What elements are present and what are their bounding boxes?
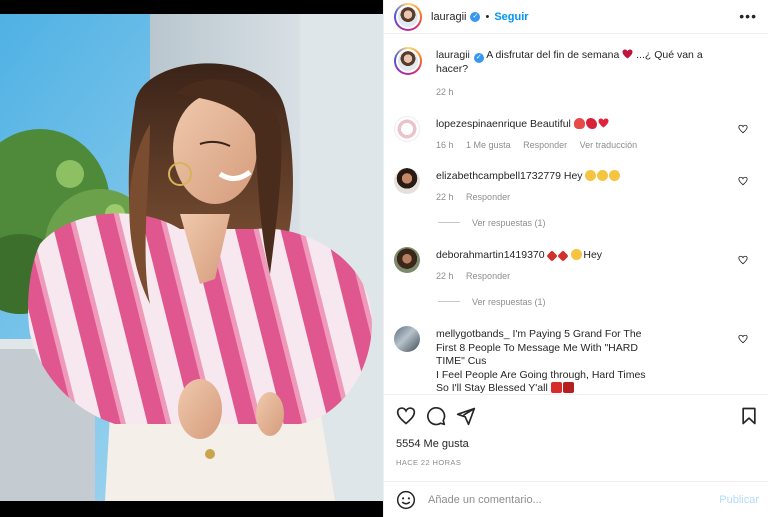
caption-body: lauragii ✓ A disfrutar del fin de semana … bbox=[436, 49, 736, 99]
pushpin-emoji-icon bbox=[545, 250, 558, 262]
publish-button[interactable]: Publicar bbox=[719, 494, 759, 506]
lips-emoji-icon bbox=[585, 118, 597, 129]
comment-time: 22 h bbox=[436, 191, 454, 202]
heart-emoji-icon bbox=[622, 49, 633, 59]
pushpin-emoji-icon bbox=[557, 250, 570, 262]
reply-button[interactable]: Responder bbox=[466, 271, 510, 281]
comment-composer: Publicar bbox=[384, 481, 768, 517]
view-replies-label: Ver respuestas (1) bbox=[472, 297, 546, 307]
blushing-emoji-icon bbox=[597, 170, 609, 181]
comment-time: 22 h bbox=[436, 270, 454, 281]
comment-input[interactable] bbox=[428, 493, 698, 506]
commenter-avatar[interactable] bbox=[394, 247, 420, 273]
sunglasses-emoji-icon bbox=[571, 249, 583, 260]
post-photo-image bbox=[0, 14, 383, 501]
blushing-emoji-icon bbox=[585, 170, 597, 181]
comment-text-line: So I'll Stay Blessed Y'all bbox=[436, 382, 548, 393]
view-replies-button[interactable]: Ver respuestas (1) bbox=[438, 218, 546, 228]
comment-meta: 22 h Responder bbox=[436, 191, 726, 205]
translate-button[interactable]: Ver traducción bbox=[580, 140, 638, 150]
rose-emoji-icon bbox=[573, 118, 585, 129]
comment-body: mellygotbands_ I'm Paying 5 Grand For Th… bbox=[436, 328, 726, 393]
reply-button[interactable]: Responder bbox=[523, 140, 567, 150]
verified-badge-icon: ✓ bbox=[470, 11, 481, 22]
comment-username[interactable]: lopezespinaenrique bbox=[436, 118, 527, 130]
author-username[interactable]: lauragii bbox=[431, 11, 466, 23]
post-header: lauragii ✓ • Seguir ••• bbox=[384, 0, 768, 34]
replies-divider bbox=[438, 301, 460, 302]
comment-meta: 22 h Responder bbox=[436, 270, 726, 284]
like-comment-icon[interactable] bbox=[738, 124, 748, 134]
commenter-avatar[interactable] bbox=[394, 116, 420, 142]
reply-button[interactable]: Responder bbox=[466, 192, 510, 202]
post-timestamp: HACE 22 HORAS bbox=[396, 458, 462, 467]
comment-text: Hey bbox=[563, 170, 583, 182]
more-options-icon[interactable]: ••• bbox=[739, 8, 757, 24]
emoji-picker-icon[interactable] bbox=[396, 490, 416, 510]
follow-button[interactable]: Seguir bbox=[494, 11, 528, 23]
post-photo[interactable] bbox=[0, 0, 383, 517]
blushing-emoji-icon bbox=[609, 170, 621, 181]
like-comment-icon[interactable] bbox=[738, 334, 748, 344]
like-heart-icon[interactable] bbox=[396, 406, 416, 426]
comment-body: lopezespinaenrique Beautiful 16 h 1 Me g… bbox=[436, 118, 726, 152]
caption-text: A disfrutar del fin de semana bbox=[486, 49, 620, 61]
post-sidebar: lauragii ✓ • Seguir ••• lauragii ✓ A disf… bbox=[383, 0, 768, 517]
caption-username[interactable]: lauragii bbox=[436, 49, 470, 61]
comments-list[interactable]: lauragii ✓ A disfrutar del fin de semana … bbox=[384, 35, 768, 393]
separator-dot: • bbox=[485, 10, 490, 23]
comment-text-line: TIME" Cus bbox=[436, 355, 487, 367]
comment-text-line: I'm Paying 5 Grand For The bbox=[512, 328, 642, 340]
comment-text-line: I Feel People Are Going through, Hard Ti… bbox=[436, 368, 646, 381]
heart-emoji-icon bbox=[562, 382, 574, 393]
save-bookmark-icon[interactable] bbox=[739, 406, 759, 426]
comment-username[interactable]: elizabethcampbell1732779 bbox=[436, 170, 561, 182]
like-comment-icon[interactable] bbox=[738, 176, 748, 186]
view-replies-button[interactable]: Ver respuestas (1) bbox=[438, 297, 546, 307]
comment-username[interactable]: mellygotbands_ bbox=[436, 328, 510, 340]
comment-body: deborahmartin1419370 Hey 22 h Responder bbox=[436, 249, 726, 283]
share-send-icon[interactable] bbox=[456, 406, 476, 426]
comment-text: Hey bbox=[583, 249, 603, 261]
commenter-avatar[interactable] bbox=[394, 168, 420, 194]
caption-avatar[interactable] bbox=[394, 47, 422, 75]
post-actions: 5554 Me gusta HACE 22 HORAS bbox=[384, 394, 768, 480]
heart-emoji-icon bbox=[550, 382, 562, 393]
instagram-post-window: lauragii ✓ • Seguir ••• lauragii ✓ A disf… bbox=[0, 0, 768, 517]
author-avatar[interactable] bbox=[394, 2, 422, 31]
comment-username[interactable]: deborahmartin1419370 bbox=[436, 249, 545, 261]
caption-meta: 22 h bbox=[436, 86, 736, 100]
like-count[interactable]: 5554 Me gusta bbox=[396, 438, 469, 450]
heart-emoji-icon bbox=[598, 118, 609, 128]
replies-divider bbox=[438, 222, 460, 223]
comment-time: 16 h bbox=[436, 139, 454, 150]
comment-text: Beautiful bbox=[530, 118, 571, 130]
view-replies-label: Ver respuestas (1) bbox=[472, 218, 546, 228]
comment-body: elizabethcampbell1732779 Hey 22 h Respon… bbox=[436, 170, 726, 204]
comment-bubble-icon[interactable] bbox=[426, 406, 446, 426]
verified-badge-icon: ✓ bbox=[473, 53, 484, 63]
comment-meta: 16 h 1 Me gusta Responder Ver traducción bbox=[436, 139, 726, 153]
commenter-avatar[interactable] bbox=[394, 326, 420, 352]
like-comment-icon[interactable] bbox=[738, 255, 748, 265]
comment-likes[interactable]: 1 Me gusta bbox=[466, 140, 511, 150]
comment-text-line: First 8 People To Message Me With "HARD bbox=[436, 341, 638, 354]
caption-time: 22 h bbox=[436, 86, 454, 97]
